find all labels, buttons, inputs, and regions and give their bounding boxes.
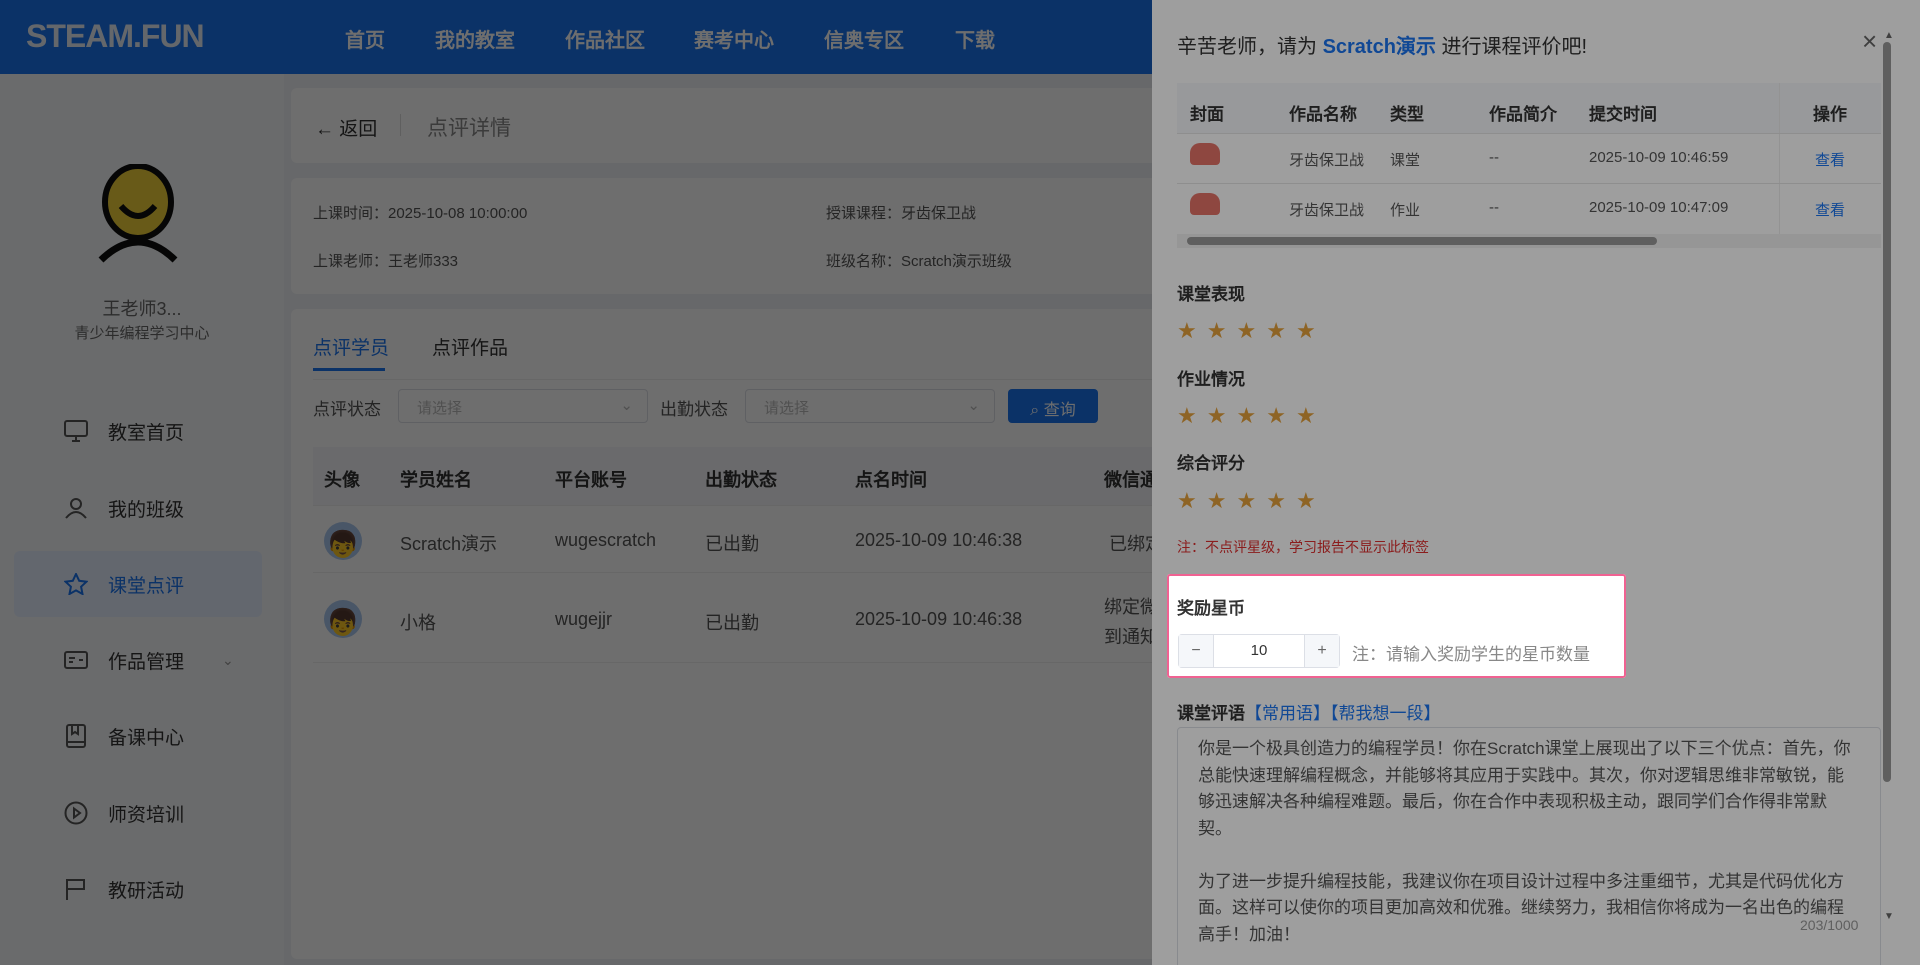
work-type: 课堂 xyxy=(1390,152,1421,169)
star-icon[interactable]: ★ xyxy=(1236,405,1256,427)
star-icon[interactable]: ★ xyxy=(1266,405,1286,427)
student-name: Scratch演示 xyxy=(1322,36,1436,58)
rating-label-overall: 综合评分 xyxy=(1177,454,1245,473)
reward-stepper: − 10 + xyxy=(1178,634,1340,668)
review-drawer: 辛苦老师，请为 Scratch演示 进行课程评价吧! × 封面 作品名称 类型 … xyxy=(1152,0,1920,965)
col-type: 类型 xyxy=(1390,105,1424,124)
rating-stars-overall[interactable]: ★ ★ ★ ★ ★ xyxy=(1177,490,1316,512)
col-intro: 作品简介 xyxy=(1489,105,1557,124)
star-icon[interactable]: ★ xyxy=(1177,490,1197,512)
star-icon[interactable]: ★ xyxy=(1177,405,1197,427)
comment-textarea[interactable]: 你是一个极具创造力的编程学员！你在Scratch课堂上展现出了以下三个优点：首先… xyxy=(1177,727,1881,965)
close-icon[interactable]: × xyxy=(1862,26,1877,57)
comment-paragraph: 你是一个极具创造力的编程学员！你在Scratch课堂上展现出了以下三个优点：首先… xyxy=(1198,739,1851,838)
submit-time: 2025-10-09 10:46:59 xyxy=(1589,149,1729,166)
increment-button[interactable]: + xyxy=(1304,635,1339,667)
scrollbar-thumb[interactable] xyxy=(1187,237,1657,245)
work-intro: -- xyxy=(1489,149,1499,166)
star-icon[interactable]: ★ xyxy=(1296,490,1316,512)
star-icon[interactable]: ★ xyxy=(1296,405,1316,427)
col-cover: 封面 xyxy=(1190,105,1224,124)
comment-heading: 课堂评语【常用语】【帮我想一段】 xyxy=(1177,699,1441,724)
common-phrases-link[interactable]: 【常用语】 xyxy=(1245,704,1330,723)
view-link[interactable]: 查看 xyxy=(1815,199,1845,220)
work-cover-thumbnail[interactable] xyxy=(1190,143,1220,165)
col-work-name: 作品名称 xyxy=(1289,105,1357,124)
star-icon[interactable]: ★ xyxy=(1296,320,1316,342)
star-icon[interactable]: ★ xyxy=(1236,320,1256,342)
work-name: 牙齿保卫战 xyxy=(1289,202,1365,219)
char-counter: 203/1000 xyxy=(1800,917,1859,933)
star-icon[interactable]: ★ xyxy=(1266,320,1286,342)
star-icon[interactable]: ★ xyxy=(1177,320,1197,342)
horizontal-scrollbar[interactable] xyxy=(1177,234,1881,248)
comment-paragraph: 为了进一步提升编程技能，我建议你在项目设计过程中多注重细节，尤其是代码优化方面。… xyxy=(1198,871,1844,944)
star-icon[interactable]: ★ xyxy=(1266,490,1286,512)
star-icon[interactable]: ★ xyxy=(1207,490,1227,512)
reward-input[interactable]: 10 xyxy=(1214,635,1304,667)
rating-stars-homework[interactable]: ★ ★ ★ ★ ★ xyxy=(1177,405,1316,427)
work-name: 牙齿保卫战 xyxy=(1289,152,1365,169)
reward-note: 注：请输入奖励学生的星币数量 xyxy=(1352,645,1590,664)
scroll-down-arrow-icon[interactable]: ▼ xyxy=(1884,911,1894,922)
star-icon[interactable]: ★ xyxy=(1236,490,1256,512)
view-link[interactable]: 查看 xyxy=(1815,149,1845,170)
scroll-up-arrow-icon[interactable]: ▲ xyxy=(1884,30,1894,41)
work-cover-thumbnail[interactable] xyxy=(1190,193,1220,215)
star-icon[interactable]: ★ xyxy=(1207,320,1227,342)
comment-label: 课堂评语 xyxy=(1177,704,1245,723)
title-prefix: 辛苦老师，请为 xyxy=(1177,36,1317,58)
drawer-title: 辛苦老师，请为 Scratch演示 进行课程评价吧! xyxy=(1177,30,1587,59)
vertical-scrollbar-thumb[interactable] xyxy=(1883,42,1891,782)
work-intro: -- xyxy=(1489,199,1499,216)
col-submit-time: 提交时间 xyxy=(1589,105,1657,124)
rating-label-performance: 课堂表现 xyxy=(1177,285,1245,304)
col-action: 操作 xyxy=(1813,105,1847,124)
rating-label-homework: 作业情况 xyxy=(1177,370,1245,389)
star-icon[interactable]: ★ xyxy=(1207,405,1227,427)
reward-label: 奖励星币 xyxy=(1177,599,1245,618)
submit-time: 2025-10-09 10:47:09 xyxy=(1589,199,1729,216)
work-type: 作业 xyxy=(1390,202,1421,219)
ai-generate-link[interactable]: 【帮我想一段】 xyxy=(1330,704,1441,723)
decrement-button[interactable]: − xyxy=(1179,635,1214,667)
rating-stars-performance[interactable]: ★ ★ ★ ★ ★ xyxy=(1177,320,1316,342)
rating-note: 注：不点评星级，学习报告不显示此标签 xyxy=(1177,539,1429,555)
title-suffix: 进行课程评价吧! xyxy=(1441,36,1588,58)
